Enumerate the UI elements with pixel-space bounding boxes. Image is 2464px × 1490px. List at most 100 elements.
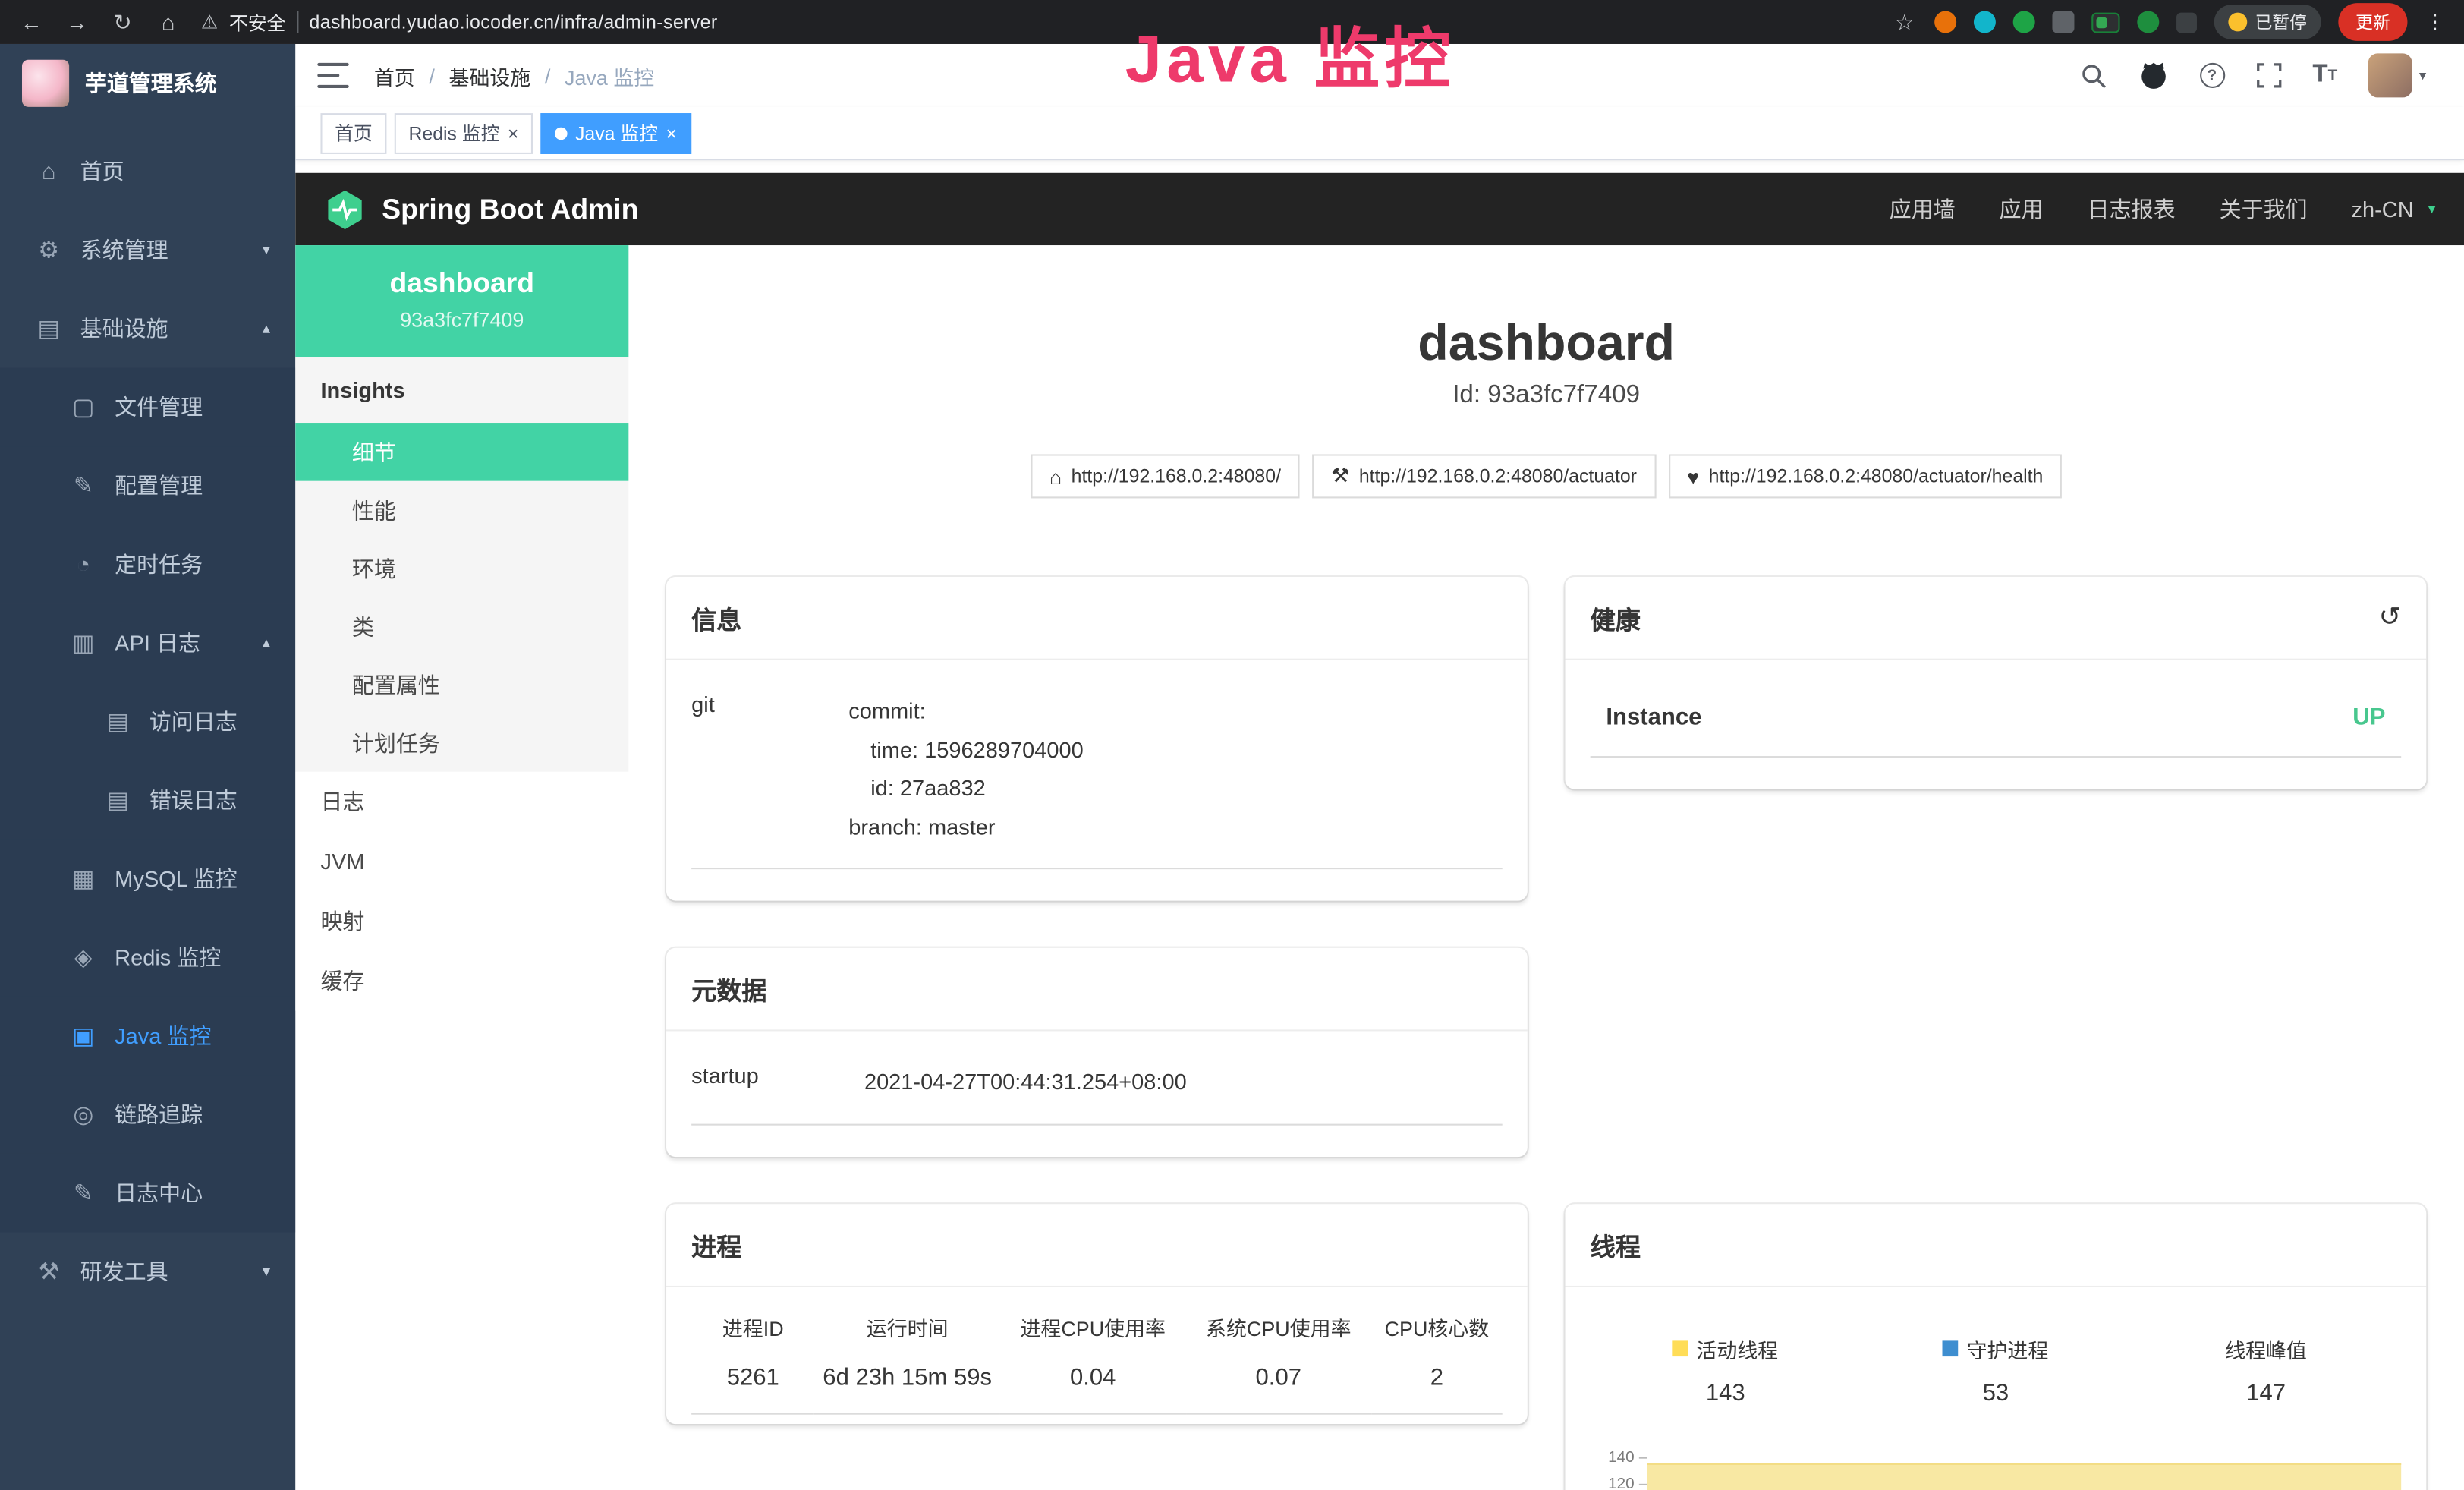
sba-item-mappings[interactable]: 映射 xyxy=(295,891,628,951)
git-branch-line: branch: master xyxy=(848,807,1502,846)
sidebar-item-redis-monitor[interactable]: ◈ Redis 监控 xyxy=(0,918,295,997)
paused-badge[interactable]: 已暂停 xyxy=(2214,5,2321,39)
url-text: dashboard.yudao.iocoder.cn/infra/admin-s… xyxy=(309,11,717,33)
sba-item-details[interactable]: 细节 xyxy=(295,423,628,481)
sba-nav-wallboard[interactable]: 应用墙 xyxy=(1890,194,1956,225)
sba-item-scheduled-tasks[interactable]: 计划任务 xyxy=(295,713,628,772)
sba-item-config-props[interactable]: 配置属性 xyxy=(295,656,628,714)
sidebar-item-access-logs[interactable]: ▤ 访问日志 xyxy=(0,682,295,761)
extension-puzzle-icon[interactable] xyxy=(2176,12,2197,33)
tag-redis-monitor[interactable]: Redis 监控 × xyxy=(395,112,533,153)
sba-item-logs[interactable]: 日志 xyxy=(295,772,628,832)
forward-icon[interactable]: → xyxy=(65,9,90,34)
sba-brand[interactable]: Spring Boot Admin xyxy=(382,193,638,225)
back-icon[interactable]: ← xyxy=(19,9,44,34)
extension-leaf-icon[interactable] xyxy=(2137,11,2159,33)
address-bar[interactable]: ⚠ 不安全 dashboard.yudao.iocoder.cn/infra/a… xyxy=(201,8,717,35)
chevron-down-icon: ▾ xyxy=(263,241,270,259)
extension-on-toggle-icon[interactable] xyxy=(2091,12,2119,33)
avatar-image xyxy=(2369,53,2413,97)
warning-icon: ⚠ xyxy=(201,11,218,33)
text-size-icon[interactable]: TT xyxy=(2312,61,2337,90)
github-icon[interactable] xyxy=(2138,61,2167,90)
extensions-grid-icon[interactable] xyxy=(2052,11,2074,33)
sba-nav-links: 应用墙 应用 日志报表 关于我们 zh-CN ▾ xyxy=(1890,194,2436,225)
sidebar-item-config-management[interactable]: ✎ 配置管理 xyxy=(0,446,295,525)
sidebar-item-error-logs[interactable]: ▤ 错误日志 xyxy=(0,761,295,840)
table-row: 5261 6d 23h 15m 59s 0.04 0.07 2 xyxy=(691,1354,1503,1413)
hamburger-icon[interactable] xyxy=(317,63,348,88)
chevron-up-icon: ▴ xyxy=(263,320,270,337)
sidebar-item-mysql-monitor[interactable]: ▦ MySQL 监控 xyxy=(0,840,295,918)
history-icon[interactable]: ↺ xyxy=(2379,602,2402,633)
breadcrumb-infrastructure[interactable]: 基础设施 xyxy=(449,61,531,90)
sidebar-item-scheduled-tasks[interactable]: ◔ 定时任务 xyxy=(0,525,295,604)
daemon-threads-value: 53 xyxy=(1861,1379,2131,1406)
chrome-home-icon[interactable]: ⌂ xyxy=(156,9,181,34)
reload-icon[interactable]: ↻ xyxy=(110,8,135,35)
chart-y-axis: 140 120 100 xyxy=(1591,1444,1647,1490)
home-icon: ⌂ xyxy=(1049,465,1062,488)
sidebar-item-api-logs[interactable]: ▥ API 日志 ▴ xyxy=(0,603,295,682)
sba-instance-name: dashboard xyxy=(308,267,616,300)
actuator-url-link[interactable]: ⚒ http://192.168.0.2:48080/actuator xyxy=(1312,454,1655,498)
legend-label: 活动线程 xyxy=(1696,1334,1778,1363)
fullscreen-icon[interactable] xyxy=(2256,63,2281,88)
sba-item-environment[interactable]: 环境 xyxy=(295,539,628,597)
chart-plot-area xyxy=(1647,1444,2401,1490)
app-menu: ⌂ 首页 ⚙ 系统管理 ▾ ▤ 基础设施 ▴ ▢ 文件管理 xyxy=(0,132,295,1311)
cards-grid: 信息 git commit: time: 1596289704000 id: 2 xyxy=(666,577,2426,1490)
sidebar-item-home[interactable]: ⌂ 首页 xyxy=(0,132,295,211)
close-icon[interactable]: × xyxy=(508,124,519,143)
search-icon[interactable] xyxy=(2080,62,2107,89)
app-title: 芋道管理系统 xyxy=(85,68,217,99)
metadata-card: 元数据 startup 2021-04-27T00:44:31.254+08:0… xyxy=(666,948,1528,1156)
breadcrumb-home[interactable]: 首页 xyxy=(374,61,415,90)
sidebar-item-link-tracing[interactable]: ◎ 链路追踪 xyxy=(0,1075,295,1154)
sba-item-classes[interactable]: 类 xyxy=(295,597,628,656)
sba-item-jvm[interactable]: JVM xyxy=(295,831,628,891)
info-card: 信息 git commit: time: 1596289704000 id: 2 xyxy=(666,577,1528,901)
sba-item-caches[interactable]: 缓存 xyxy=(295,951,628,1011)
sba-nav-applications[interactable]: 应用 xyxy=(2000,194,2044,225)
sba-nav-about[interactable]: 关于我们 xyxy=(2220,194,2308,225)
extension-icon-1[interactable] xyxy=(1934,11,1956,33)
service-url-link[interactable]: ⌂ http://192.168.0.2:48080/ xyxy=(1031,454,1300,498)
top-navbar: 首页 基础设施 Java 监控 ? xyxy=(295,44,2464,107)
threads-card-title: 线程 xyxy=(1566,1203,2427,1287)
instance-hero: dashboard Id: 93a3fc7f7409 xyxy=(666,314,2426,410)
metadata-startup-row: startup 2021-04-27T00:44:31.254+08:00 xyxy=(691,1063,1503,1125)
sidebar-item-infrastructure[interactable]: ▤ 基础设施 ▴ xyxy=(0,289,295,368)
page-title: dashboard xyxy=(666,314,2426,373)
process-col-cores: CPU核心数 xyxy=(1371,1306,1503,1354)
extension-icon-3[interactable] xyxy=(2013,11,2035,33)
sba-body: dashboard 93a3fc7f7409 Insights 细节 性能 环境… xyxy=(295,245,2464,1490)
sidebar-item-file-management[interactable]: ▢ 文件管理 xyxy=(0,368,295,447)
chrome-menu-icon[interactable]: ⋮ xyxy=(2425,9,2445,34)
sba-logo-icon xyxy=(324,187,367,230)
tag-home[interactable]: 首页 xyxy=(320,112,386,153)
sba-nav-journal[interactable]: 日志报表 xyxy=(2088,194,2176,225)
process-card: 进程 进程ID 运行时间 进程CPU使用率 系统CPU使用率 xyxy=(666,1203,1528,1423)
sidebar-item-log-center[interactable]: ✎ 日志中心 xyxy=(0,1154,295,1233)
sba-locale-select[interactable]: zh-CN ▾ xyxy=(2352,197,2436,222)
trace-icon: ◎ xyxy=(66,1101,101,1129)
avatar[interactable]: ▾ xyxy=(2369,53,2427,97)
git-id-line: id: 27aa832 xyxy=(848,769,1502,808)
active-threads-area xyxy=(1647,1463,2401,1490)
update-button[interactable]: 更新 xyxy=(2338,3,2407,41)
help-icon[interactable]: ? xyxy=(2199,63,2224,88)
edit-icon: ✎ xyxy=(66,471,101,499)
close-icon[interactable]: × xyxy=(666,124,677,143)
sba-item-metrics[interactable]: 性能 xyxy=(295,481,628,540)
info-git-row: git commit: time: 1596289704000 id: 27aa… xyxy=(691,691,1503,869)
health-url-link[interactable]: ♥ http://192.168.0.2:48080/actuator/heal… xyxy=(1668,454,2062,498)
active-dot xyxy=(555,127,568,140)
bookmark-star-icon[interactable]: ☆ xyxy=(1892,8,1917,35)
threads-chart: 140 120 100 xyxy=(1591,1444,2402,1490)
tag-java-monitor[interactable]: Java 监控 × xyxy=(540,112,691,153)
sidebar-item-system-management[interactable]: ⚙ 系统管理 ▾ xyxy=(0,210,295,289)
extension-icon-2[interactable] xyxy=(1974,11,1996,33)
sidebar-item-dev-tools[interactable]: ⚒ 研发工具 ▾ xyxy=(0,1233,295,1312)
sidebar-item-java-monitor[interactable]: ▣ Java 监控 xyxy=(0,997,295,1076)
